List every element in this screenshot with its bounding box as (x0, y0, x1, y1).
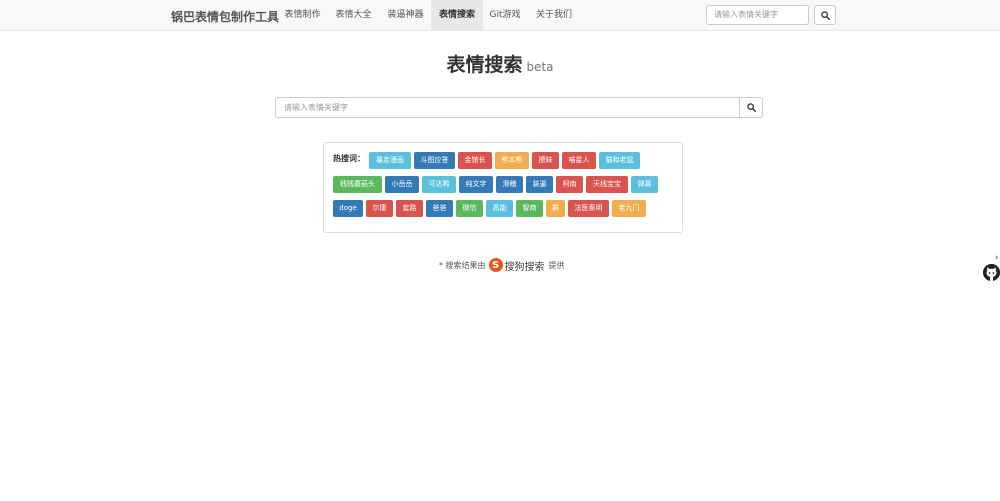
nav-item-meme-search[interactable]: 表情搜索 (431, 0, 483, 30)
main-search-button[interactable] (739, 97, 763, 118)
hot-word-tag[interactable]: 微信 (456, 200, 483, 217)
hot-word-tag[interactable]: 暴走漫画 (369, 152, 411, 169)
hot-word-tag[interactable]: 老九门 (612, 200, 646, 217)
hot-word-tag[interactable]: 装逼 (526, 176, 553, 193)
nav-item-about-us[interactable]: 关于我们 (532, 0, 576, 30)
hot-word-tag[interactable]: 小岳岳 (385, 176, 419, 193)
hot-word-tag[interactable]: 爸爸 (426, 200, 453, 217)
nav-item-git-game[interactable]: Git游戏 (486, 0, 524, 30)
hot-word-tag[interactable]: 贱贱蘑菇头 (333, 176, 382, 193)
brand-title[interactable]: 锅巴表情包制作工具 (171, 8, 279, 25)
hot-word-tag[interactable]: 柯南 (556, 176, 583, 193)
credit-suffix: 提供 (548, 260, 565, 270)
nav-search-button[interactable] (814, 5, 836, 25)
sogou-logo-icon: S (488, 258, 503, 272)
hot-word-tag[interactable]: 斗图应答 (414, 152, 455, 169)
hot-word-tag[interactable]: 猫和老鼠 (599, 152, 640, 169)
page-heading: 表情搜索 beta (0, 50, 1000, 77)
hot-word-tag[interactable]: 尔康 (366, 200, 393, 217)
hot-word-tag[interactable]: 滑稽 (496, 176, 523, 193)
hot-word-tag[interactable]: 可达鸭 (422, 176, 456, 193)
hot-word-tag[interactable]: 喵星人 (562, 152, 596, 169)
hot-word-tag[interactable]: 弹幕 (631, 176, 658, 193)
github-octocat-icon[interactable] (983, 264, 1000, 281)
search-icon (746, 103, 756, 112)
hot-word-tag[interactable]: 撩妹 (532, 152, 559, 169)
hot-word-tag[interactable]: 金馆长 (458, 152, 492, 169)
hot-words-label: 热搜词： (333, 154, 365, 163)
credit-prefix: * 搜索结果由 (439, 260, 486, 270)
top-navbar: 锅巴表情包制作工具 表情制作 表情大全 装逼神器 表情搜索 Git游戏 关于我们… (0, 0, 1000, 31)
hot-word-tag[interactable]: 天线宝宝 (586, 176, 628, 193)
nav-search-input[interactable]: 请输入表情关键字 (706, 5, 809, 25)
chevron-right-icon[interactable]: › (995, 253, 999, 263)
nav-item-make-meme[interactable]: 表情制作 (279, 0, 326, 30)
beta-badge: beta (526, 60, 554, 74)
search-icon (820, 10, 830, 20)
hot-word-tag[interactable]: 熊本熊 (495, 152, 529, 169)
main-search-input[interactable]: 请输入表情关键字 (275, 97, 740, 118)
hot-word-tag[interactable]: 群 (546, 200, 565, 217)
sogou-brand-text: 搜狗搜索 (504, 261, 545, 273)
hot-word-tag[interactable]: 高能 (486, 200, 513, 217)
octocat-glyph (983, 264, 1000, 281)
main-search-group: 请输入表情关键字 (275, 97, 763, 118)
hot-words-panel: 热搜词： 暴走漫画 斗图应答 金馆长 熊本熊 撩妹 喵星人 猫和老鼠 贱贱蘑菇头… (323, 142, 683, 233)
hot-word-tag[interactable]: 纯文字 (459, 176, 493, 193)
nav-item-show-off-tool[interactable]: 装逼神器 (382, 0, 429, 30)
nav-item-meme-collection[interactable]: 表情大全 (330, 0, 377, 30)
search-credit: * 搜索结果由 S 搜狗搜索 提供 (439, 256, 565, 274)
hot-word-tag[interactable]: doge (333, 200, 363, 217)
page-title: 表情搜索 (446, 54, 523, 76)
hot-word-tag[interactable]: 智商 (516, 200, 543, 217)
hot-word-tag[interactable]: 法医秦明 (568, 200, 609, 217)
hot-word-tag[interactable]: 套路 (396, 200, 423, 217)
